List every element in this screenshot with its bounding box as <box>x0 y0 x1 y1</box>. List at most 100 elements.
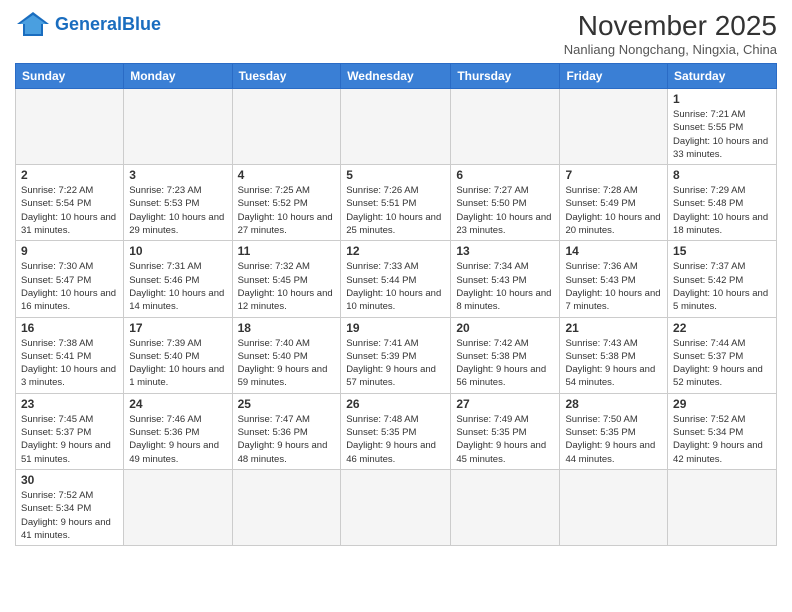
day-number: 13 <box>456 244 554 258</box>
calendar-cell: 27Sunrise: 7:49 AM Sunset: 5:35 PM Dayli… <box>451 393 560 469</box>
day-number: 27 <box>456 397 554 411</box>
day-number: 1 <box>673 92 771 106</box>
calendar-cell: 24Sunrise: 7:46 AM Sunset: 5:36 PM Dayli… <box>124 393 232 469</box>
calendar-cell: 20 Sunrise: 7:42 AM Sunset: 5:38 PM Dayli… <box>451 317 560 393</box>
day-info: Sunrise: 7:23 AM Sunset: 5:53 PM Dayligh… <box>129 184 226 237</box>
day-number: 11 <box>238 244 336 258</box>
calendar-cell <box>124 89 232 165</box>
day-info: Sunrise: 7:47 AM Sunset: 5:36 PM Dayligh… <box>238 413 336 466</box>
weekday-header-friday: Friday <box>560 64 668 89</box>
day-number: 8 <box>673 168 771 182</box>
day-info: Sunrise: 7:29 AM Sunset: 5:48 PM Dayligh… <box>673 184 771 237</box>
calendar-cell <box>232 469 341 545</box>
day-number: 30 <box>21 473 118 487</box>
calendar-cell: 14Sunrise: 7:36 AM Sunset: 5:43 PM Dayli… <box>560 241 668 317</box>
day-info: Sunrise: 7:28 AM Sunset: 5:49 PM Dayligh… <box>565 184 662 237</box>
day-info: Sunrise: 7:22 AM Sunset: 5:54 PM Dayligh… <box>21 184 118 237</box>
day-info: Sunrise: 7:44 AM Sunset: 5:37 PM Dayligh… <box>673 337 771 390</box>
calendar-cell <box>560 89 668 165</box>
calendar-cell: 11Sunrise: 7:32 AM Sunset: 5:45 PM Dayli… <box>232 241 341 317</box>
week-row-1: 2 Sunrise: 7:22 AM Sunset: 5:54 PM Daylig… <box>16 165 777 241</box>
day-number: 19 <box>346 321 445 335</box>
weekday-header-thursday: Thursday <box>451 64 560 89</box>
day-info: Sunrise: 7:34 AM Sunset: 5:43 PM Dayligh… <box>456 260 554 313</box>
week-row-5: 30 Sunrise: 7:52 AM Sunset: 5:34 PM Dayli… <box>16 469 777 545</box>
day-info: Sunrise: 7:26 AM Sunset: 5:51 PM Dayligh… <box>346 184 445 237</box>
day-number: 15 <box>673 244 771 258</box>
weekday-header-monday: Monday <box>124 64 232 89</box>
calendar-cell <box>16 89 124 165</box>
calendar-cell: 19 Sunrise: 7:41 AM Sunset: 5:39 PM Dayli… <box>341 317 451 393</box>
calendar-cell: 25 Sunrise: 7:47 AM Sunset: 5:36 PM Dayli… <box>232 393 341 469</box>
day-info: Sunrise: 7:41 AM Sunset: 5:39 PM Dayligh… <box>346 337 445 390</box>
calendar-cell <box>451 469 560 545</box>
logo: GeneralBlue <box>15 10 161 38</box>
logo-icon <box>15 10 51 38</box>
calendar-cell: 15 Sunrise: 7:37 AM Sunset: 5:42 PM Dayli… <box>668 241 777 317</box>
calendar-cell: 1 Sunrise: 7:21 AM Sunset: 5:55 PM Daylig… <box>668 89 777 165</box>
day-number: 25 <box>238 397 336 411</box>
calendar-cell: 6 Sunrise: 7:27 AM Sunset: 5:50 PM Daylig… <box>451 165 560 241</box>
day-info: Sunrise: 7:39 AM Sunset: 5:40 PM Dayligh… <box>129 337 226 390</box>
calendar-cell: 8 Sunrise: 7:29 AM Sunset: 5:48 PM Daylig… <box>668 165 777 241</box>
header: GeneralBlue November 2025 Nanliang Nongc… <box>15 10 777 57</box>
calendar-cell <box>451 89 560 165</box>
day-info: Sunrise: 7:50 AM Sunset: 5:35 PM Dayligh… <box>565 413 662 466</box>
calendar-cell: 22 Sunrise: 7:44 AM Sunset: 5:37 PM Dayli… <box>668 317 777 393</box>
day-number: 21 <box>565 321 662 335</box>
calendar-cell: 23Sunrise: 7:45 AM Sunset: 5:37 PM Dayli… <box>16 393 124 469</box>
logo-text: GeneralBlue <box>55 14 161 35</box>
calendar-cell: 26Sunrise: 7:48 AM Sunset: 5:35 PM Dayli… <box>341 393 451 469</box>
calendar-cell: 16Sunrise: 7:38 AM Sunset: 5:41 PM Dayli… <box>16 317 124 393</box>
day-info: Sunrise: 7:33 AM Sunset: 5:44 PM Dayligh… <box>346 260 445 313</box>
day-info: Sunrise: 7:30 AM Sunset: 5:47 PM Dayligh… <box>21 260 118 313</box>
day-info: Sunrise: 7:40 AM Sunset: 5:40 PM Dayligh… <box>238 337 336 390</box>
calendar-cell: 2 Sunrise: 7:22 AM Sunset: 5:54 PM Daylig… <box>16 165 124 241</box>
day-number: 3 <box>129 168 226 182</box>
calendar-cell <box>232 89 341 165</box>
day-number: 28 <box>565 397 662 411</box>
calendar-cell: 21Sunrise: 7:43 AM Sunset: 5:38 PM Dayli… <box>560 317 668 393</box>
calendar: SundayMondayTuesdayWednesdayThursdayFrid… <box>15 63 777 546</box>
day-info: Sunrise: 7:42 AM Sunset: 5:38 PM Dayligh… <box>456 337 554 390</box>
day-info: Sunrise: 7:52 AM Sunset: 5:34 PM Dayligh… <box>673 413 771 466</box>
day-number: 23 <box>21 397 118 411</box>
page: GeneralBlue November 2025 Nanliang Nongc… <box>0 0 792 556</box>
calendar-cell: 13 Sunrise: 7:34 AM Sunset: 5:43 PM Dayli… <box>451 241 560 317</box>
calendar-cell <box>341 89 451 165</box>
week-row-0: 1 Sunrise: 7:21 AM Sunset: 5:55 PM Daylig… <box>16 89 777 165</box>
day-info: Sunrise: 7:21 AM Sunset: 5:55 PM Dayligh… <box>673 108 771 161</box>
day-number: 16 <box>21 321 118 335</box>
calendar-cell: 3 Sunrise: 7:23 AM Sunset: 5:53 PM Daylig… <box>124 165 232 241</box>
day-info: Sunrise: 7:48 AM Sunset: 5:35 PM Dayligh… <box>346 413 445 466</box>
day-info: Sunrise: 7:52 AM Sunset: 5:34 PM Dayligh… <box>21 489 118 542</box>
calendar-cell: 18Sunrise: 7:40 AM Sunset: 5:40 PM Dayli… <box>232 317 341 393</box>
weekday-header-wednesday: Wednesday <box>341 64 451 89</box>
calendar-cell: 30 Sunrise: 7:52 AM Sunset: 5:34 PM Dayli… <box>16 469 124 545</box>
day-number: 22 <box>673 321 771 335</box>
calendar-cell: 28 Sunrise: 7:50 AM Sunset: 5:35 PM Dayli… <box>560 393 668 469</box>
day-number: 5 <box>346 168 445 182</box>
weekday-header-sunday: Sunday <box>16 64 124 89</box>
calendar-cell: 5 Sunrise: 7:26 AM Sunset: 5:51 PM Daylig… <box>341 165 451 241</box>
month-title: November 2025 <box>564 10 777 42</box>
day-number: 14 <box>565 244 662 258</box>
week-row-3: 16Sunrise: 7:38 AM Sunset: 5:41 PM Dayli… <box>16 317 777 393</box>
day-number: 12 <box>346 244 445 258</box>
day-info: Sunrise: 7:31 AM Sunset: 5:46 PM Dayligh… <box>129 260 226 313</box>
day-info: Sunrise: 7:37 AM Sunset: 5:42 PM Dayligh… <box>673 260 771 313</box>
calendar-cell: 17Sunrise: 7:39 AM Sunset: 5:40 PM Dayli… <box>124 317 232 393</box>
day-number: 20 <box>456 321 554 335</box>
title-section: November 2025 Nanliang Nongchang, Ningxi… <box>564 10 777 57</box>
day-number: 2 <box>21 168 118 182</box>
day-info: Sunrise: 7:27 AM Sunset: 5:50 PM Dayligh… <box>456 184 554 237</box>
day-number: 24 <box>129 397 226 411</box>
calendar-cell: 7Sunrise: 7:28 AM Sunset: 5:49 PM Daylig… <box>560 165 668 241</box>
calendar-cell: 29Sunrise: 7:52 AM Sunset: 5:34 PM Dayli… <box>668 393 777 469</box>
weekday-header-row: SundayMondayTuesdayWednesdayThursdayFrid… <box>16 64 777 89</box>
day-number: 10 <box>129 244 226 258</box>
calendar-cell <box>668 469 777 545</box>
day-number: 6 <box>456 168 554 182</box>
weekday-header-tuesday: Tuesday <box>232 64 341 89</box>
day-number: 9 <box>21 244 118 258</box>
